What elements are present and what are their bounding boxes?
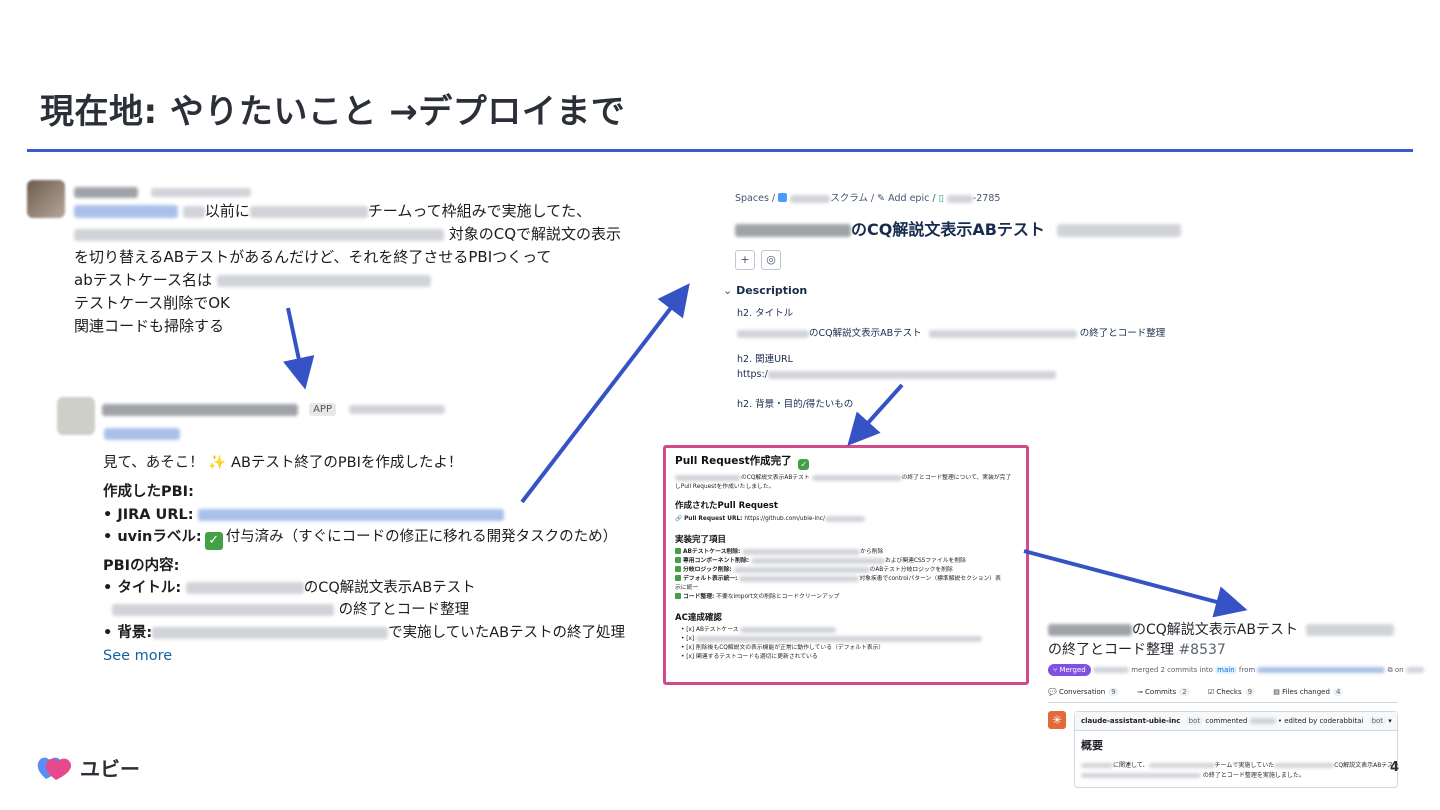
logo-text: ユビー	[80, 756, 140, 781]
arrow-pr-to-github	[1023, 549, 1248, 618]
arrow-bot-to-jira	[520, 283, 690, 504]
heart-logo-icon	[37, 757, 72, 780]
arrow-jira-to-pr	[847, 383, 904, 446]
page-number: 4	[1390, 760, 1400, 775]
arrow-message-to-bot	[283, 307, 315, 390]
connector-arrows	[283, 283, 1248, 618]
ubie-logo: ユビー	[36, 752, 140, 782]
